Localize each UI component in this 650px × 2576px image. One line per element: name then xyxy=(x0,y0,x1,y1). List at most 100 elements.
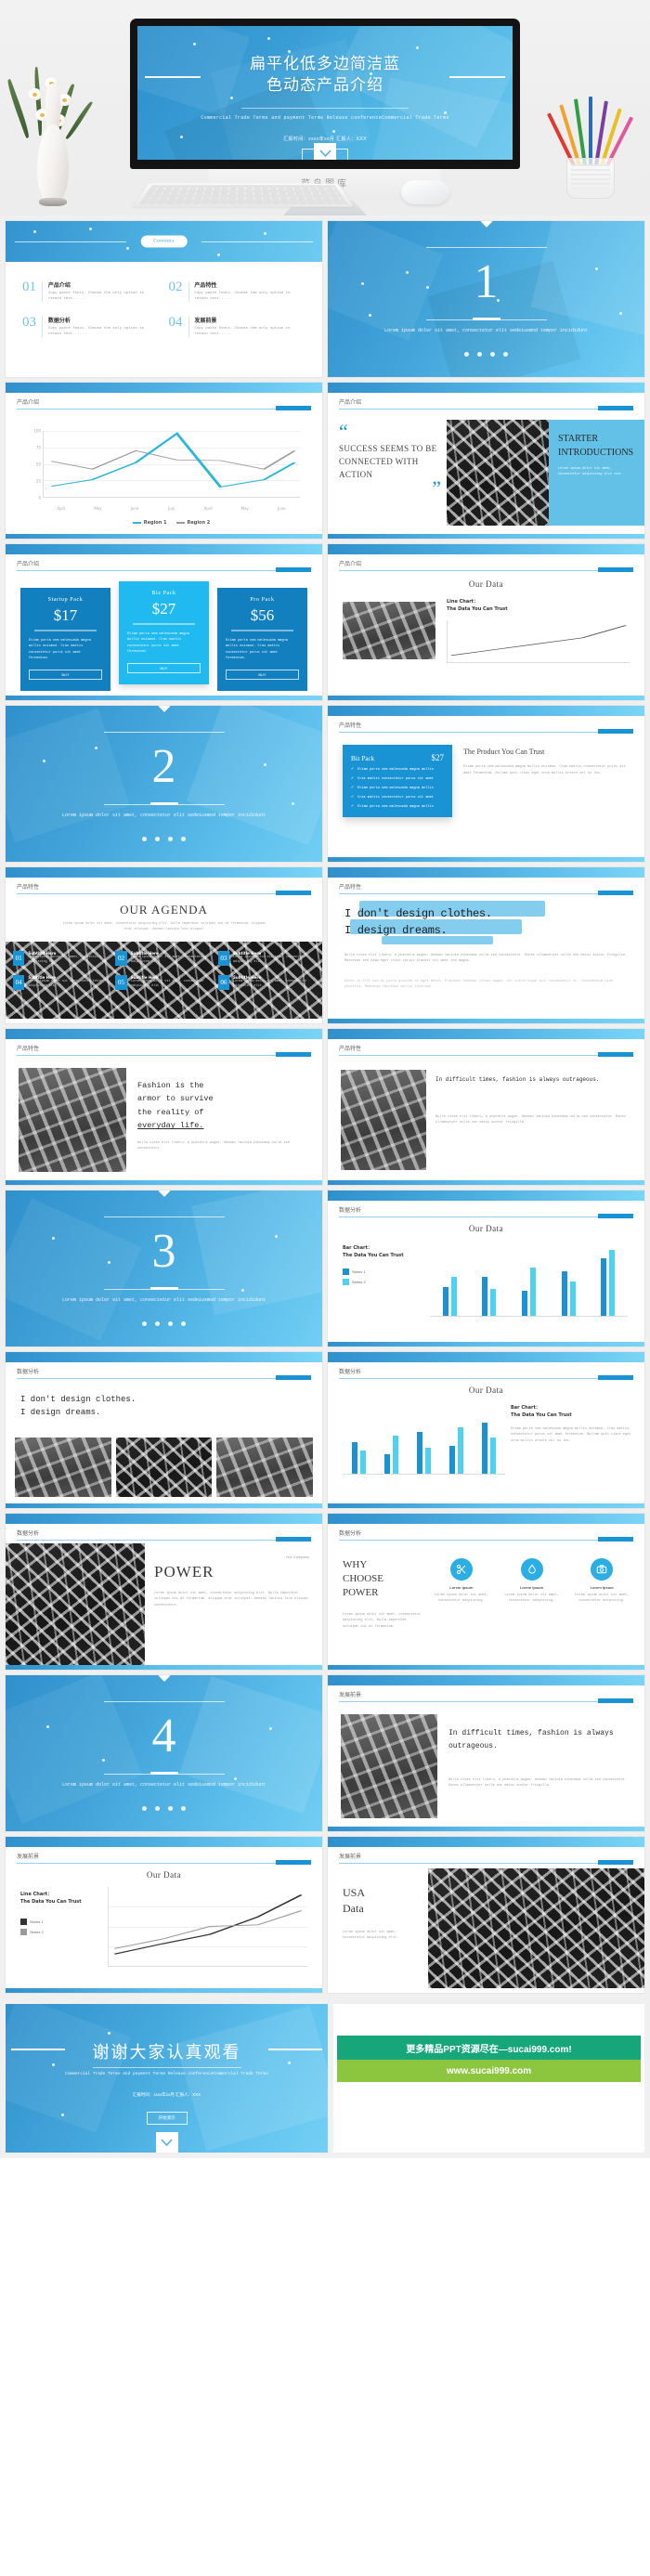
slide-header: 数据分析 xyxy=(328,1201,644,1221)
slide-fashion-armor[interactable]: 产品特性 Fashion is the armor to survive the… xyxy=(6,1029,322,1185)
slide-header-line xyxy=(17,1378,311,1379)
slide-pricing[interactable]: 产品介绍 Startup Pack $17 Etiam porta sem ma… xyxy=(6,544,322,700)
chart-caption-line2: The Data You Can Trust xyxy=(511,1412,572,1418)
contents-item-title: 数据分析 xyxy=(47,317,71,324)
slide-our-data-bar-2[interactable]: 数据分析 Our Data Bar Chart： The Data You Ca… xyxy=(328,1352,644,1508)
agenda-item[interactable]: 06 Subtitle Here Lorem ipsum dolor sit ame… xyxy=(217,975,315,990)
slide-divider-2[interactable]: 2 Lorem ipsum dolor sit amet, consectetu… xyxy=(6,706,322,862)
slide-header: 产品特性 xyxy=(6,1039,322,1060)
agenda-item[interactable]: 01 Subtitle Here Lorem ipsum dolor sit ame… xyxy=(13,951,110,966)
title-slide-preview[interactable]: 扁平化低多边简洁蓝 色动态产品介绍 Commercial Trade Terms… xyxy=(137,26,513,160)
slide-header: 产品介绍 xyxy=(6,393,322,413)
chevron-down-icon[interactable] xyxy=(314,143,336,160)
feature-card[interactable]: Lorem Ipsum Lorem ipsum dolor sit amet, … xyxy=(430,1558,493,1605)
contents-item[interactable]: 04 发展前景 Copy paste fonts. Choose the onl… xyxy=(169,315,306,338)
slide-divider-3[interactable]: 3 Lorem ipsum dolor sit amet, consectetu… xyxy=(6,1190,322,1347)
slide-difficult-times[interactable]: 产品特性 In difficult times, fashion is alwa… xyxy=(328,1029,644,1185)
agenda-item[interactable]: 02 Subtitle Here Lorem ipsum dolor sit ame… xyxy=(115,951,212,966)
feature-card[interactable]: Lorem Ipsum Lorem ipsum dolor sit amet, … xyxy=(500,1558,564,1605)
slide-top-bar xyxy=(6,1837,322,1847)
pagination-dots[interactable] xyxy=(6,1806,322,1811)
slide-agenda[interactable]: 产品特性 OUR AGENDA Lorem ipsum dolor sit am… xyxy=(6,867,322,1023)
pricing-card[interactable]: Pro Pack $56 Etiam porta sem malesuada m… xyxy=(217,588,307,691)
slide-top-bar xyxy=(328,1675,644,1685)
agenda-item[interactable]: 03 Subtitle Here Lorem ipsum dolor sit ame… xyxy=(217,951,315,966)
slide-header-label: 产品特性 xyxy=(339,1046,362,1052)
legend-label: Series 2 xyxy=(30,1930,44,1934)
pagination-dots[interactable] xyxy=(328,352,644,357)
agenda-title: OUR AGENDA xyxy=(120,903,208,917)
slide-header-line xyxy=(339,1055,633,1056)
divider-subtitle: Lorem ipsum dolor sit amet, consectetur … xyxy=(61,813,266,818)
pricing-buy-button[interactable]: BUY xyxy=(127,662,201,673)
biz-pack-card[interactable]: Biz Pack $27 ✓ Etiam porta sem malesuada … xyxy=(343,745,452,817)
agenda-item[interactable]: 05 Subtitle Here Lorem ipsum dolor sit ame… xyxy=(115,975,212,990)
contents-item-number: 03 xyxy=(22,314,36,330)
pricing-card[interactable]: Biz Pack $27 Etiam porta sem malesuada m… xyxy=(119,581,209,684)
biz-pack-feature: ✓ Cras mattis consectetur purus sit amet xyxy=(351,776,444,781)
promo-line2[interactable]: www.sucai999.com xyxy=(337,2060,641,2082)
slide-design-dreams[interactable]: 产品特性 I don't design clothes. I design dr… xyxy=(328,867,644,1023)
pricing-card[interactable]: Startup Pack $17 Etiam porta sem malesua… xyxy=(20,588,110,691)
difficult-body: Nulla vitae elit libero, a pharetra augu… xyxy=(436,1115,626,1125)
promo-line1[interactable]: 更多精品PPT资源尽在—sucai999.com! xyxy=(337,2036,641,2060)
slide-success-quote[interactable]: 产品介绍 “ SUCCESS SEEMS TO BE CONNECTED WIT… xyxy=(328,383,644,539)
contents-item[interactable]: 02 产品特性 Copy paste fonts. Choose the onl… xyxy=(169,280,306,303)
slide-our-data-line-2[interactable]: 发展前景 Our Data Line Chart： The Data You C… xyxy=(6,1837,322,1993)
slide-header-line xyxy=(339,1701,633,1702)
chevron-down-icon[interactable] xyxy=(155,2132,178,2153)
legend-label: Series 1 xyxy=(352,1269,366,1274)
slide-our-data-bar[interactable]: 数据分析 Our Data Bar Chart： The Data You Ca… xyxy=(328,1190,644,1347)
agenda-item[interactable]: 04 Subtitle Here Lorem ipsum dolor sit ame… xyxy=(13,975,110,990)
pagination-dots[interactable] xyxy=(6,837,322,841)
slide-divider-1[interactable]: 1 Lorem ipsum dolor sit amet, consectetu… xyxy=(328,221,644,377)
agenda-item-desc: Lorem ipsum dolor sit amet, consectetur … xyxy=(130,980,205,989)
feature-text: Cras mattis consectetur purus sit amet xyxy=(358,795,434,800)
slide-biz-pack[interactable]: 产品特性 Biz Pack $27 ✓ Etiam porta sem males… xyxy=(328,706,644,862)
photo xyxy=(216,1438,313,1497)
y-tick: 0 xyxy=(38,495,41,501)
slide-usa-data[interactable]: 发展前景 USA Data Lorem ipsum dolor sit amet… xyxy=(328,1837,644,1993)
starter-panel-body: Lorem ipsum dolor sit amet, consectetur … xyxy=(558,467,623,477)
feature-title: Lorem Ipsum xyxy=(449,1585,474,1590)
pricing-buy-button[interactable]: BUY xyxy=(29,669,102,680)
pricing-card-price: $56 xyxy=(250,606,275,624)
pricing-buy-button[interactable]: BUY xyxy=(226,669,299,680)
slide-our-data-line[interactable]: 产品介绍 Our Data Line Chart： The Data You C… xyxy=(328,544,644,700)
slide-header-label: 产品特性 xyxy=(339,722,362,729)
section-title: Our Data xyxy=(468,579,504,589)
slide-header-tab xyxy=(598,891,633,895)
slide-header: 数据分析 xyxy=(6,1524,322,1544)
armor-line1: Fashion is the xyxy=(137,1081,204,1090)
why-choose-body: Lorem ipsum dolor sit amet, consectetur … xyxy=(343,1613,422,1629)
chart-legend: Series 1 Series 2 xyxy=(343,1268,366,1285)
pencil-cup xyxy=(566,158,615,199)
agenda-photo-panel: 01 Subtitle Here Lorem ipsum dolor sit ame… xyxy=(6,942,322,1019)
slide-header: 产品介绍 xyxy=(6,554,322,575)
contents-item-title: 产品介绍 xyxy=(47,282,71,289)
usa-title: USA Data xyxy=(343,1885,365,1917)
thanks-slide[interactable]: 谢谢大家认真观看 Commercial Trade Terms and paym… xyxy=(6,2004,328,2153)
slide-dreams-photos[interactable]: 数据分析 I don't design clothes. I design dr… xyxy=(6,1352,322,1508)
chart-caption: Bar Chart： The Data You Can Trust xyxy=(343,1244,404,1259)
slide-difficult-times-big[interactable]: 发展前景 In difficult times, fashion is alwa… xyxy=(328,1675,644,1831)
slide-why-choose[interactable]: 数据分析 WHY CHOOSE POWER Lorem ipsum dolor … xyxy=(328,1514,644,1670)
slide-line-chart[interactable]: 产品介绍 100 75 50 25 0 April May June July … xyxy=(6,383,322,539)
slide-power[interactable]: 数据分析 Our Company POWER Lorem ipsum dolor… xyxy=(6,1514,322,1670)
slide-divider-4[interactable]: 4 Lorem ipsum dolor sit amet, consectetu… xyxy=(6,1675,322,1831)
contents-item[interactable]: 01 产品介绍 Copy paste fonts. Choose the onl… xyxy=(22,280,160,303)
slide-contents[interactable]: Contents 01 产品介绍 Copy paste fonts. Choos… xyxy=(6,221,322,377)
dreams-line1: I don't design clothes. xyxy=(20,1395,136,1404)
x-tick: May xyxy=(94,506,102,511)
contents-item[interactable]: 03 数据分析 Copy paste fonts. Choose the onl… xyxy=(22,314,160,338)
divider-number: 1 xyxy=(474,255,499,308)
slide-bottom-bar xyxy=(6,696,322,700)
bridge-photo xyxy=(447,420,549,526)
power-copy: Our Company POWER Lorem ipsum dolor sit … xyxy=(154,1555,309,1608)
feature-card[interactable]: Lorem Ipsum Lorem ipsum dolor sit amet, … xyxy=(570,1558,633,1605)
slide-top-bar xyxy=(328,867,644,878)
agenda-item-desc: Lorem ipsum dolor sit amet, consectetur … xyxy=(28,956,102,965)
start-presentation-button[interactable]: 开始演示 xyxy=(146,2112,188,2125)
line-series-svg xyxy=(50,432,297,488)
pagination-dots[interactable] xyxy=(6,1321,322,1326)
